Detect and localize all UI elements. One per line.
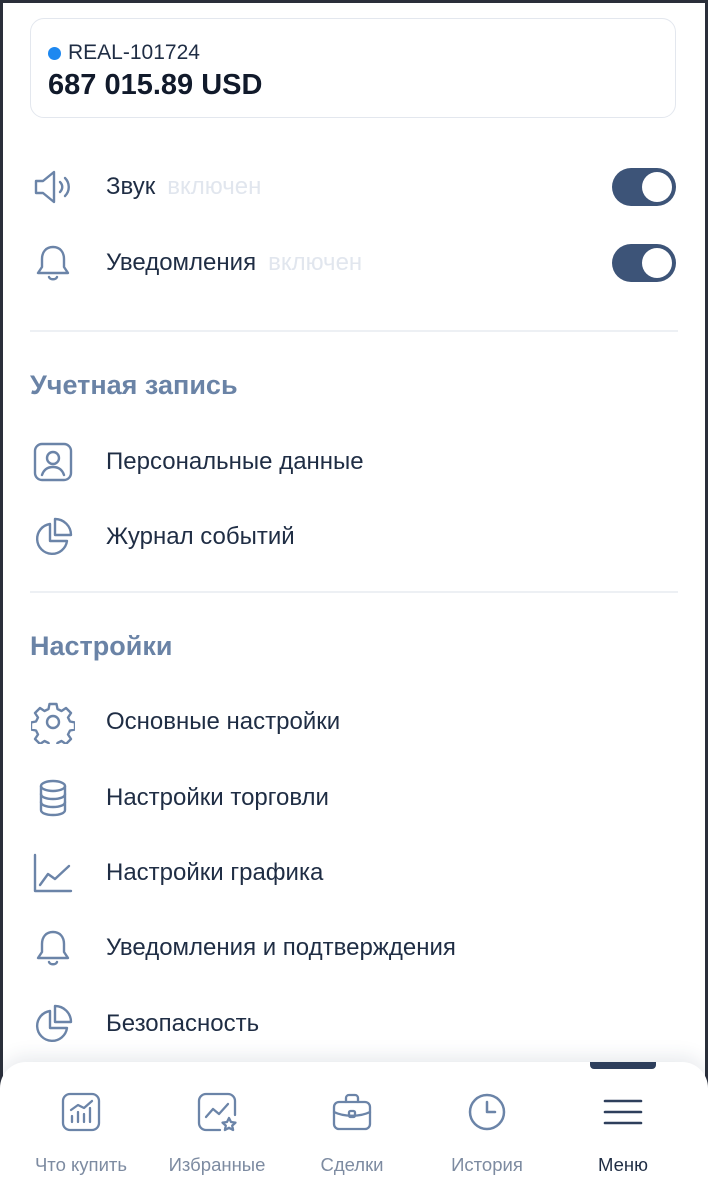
menu-item-label: Персональные данные xyxy=(106,448,364,475)
account-balance: 687 015.89 USD xyxy=(48,69,263,101)
divider xyxy=(30,591,678,593)
favorites-chart-icon xyxy=(195,1090,239,1134)
account-status-dot xyxy=(48,46,61,60)
nav-item-deals[interactable]: Сделки xyxy=(287,1090,417,1180)
settings-section-title: Настройки xyxy=(30,631,173,661)
notifications-label: Уведомления xyxy=(106,249,257,276)
bar-chart-icon xyxy=(59,1090,103,1134)
briefcase-icon xyxy=(330,1090,374,1134)
account-id: REAL-101724 xyxy=(68,41,200,64)
sound-toggle[interactable] xyxy=(612,168,676,206)
left-frame-edge xyxy=(0,0,3,1200)
nav-label: История xyxy=(451,1154,523,1175)
top-frame-edge xyxy=(0,0,708,3)
menu-item-label: Основные настройки xyxy=(106,708,341,735)
menu-item-label: Настройки графика xyxy=(106,859,324,886)
nav-label: Что купить xyxy=(34,1154,128,1175)
menu-icon xyxy=(601,1090,645,1134)
sound-row[interactable]: Звук включен xyxy=(30,157,678,217)
menu-screen: REAL-101724 687 015.89 USD Звук включен … xyxy=(0,0,708,1200)
nav-item-history[interactable]: История xyxy=(422,1090,552,1180)
menu-item-label: Настройки торговли xyxy=(106,784,329,811)
sound-label: Звук xyxy=(106,173,156,200)
gear-icon xyxy=(30,699,76,745)
bell-icon xyxy=(30,925,76,971)
menu-item-chart-settings[interactable]: Настройки графика xyxy=(30,843,678,903)
nav-label: Избранные xyxy=(168,1154,266,1175)
notifications-toggle[interactable] xyxy=(612,244,676,282)
nav-active-indicator xyxy=(590,1062,656,1069)
menu-item-trading-settings[interactable]: Настройки торговли xyxy=(30,768,678,828)
nav-item-what-to-buy[interactable]: Что купить xyxy=(16,1090,146,1180)
menu-item-notifications-confirmations[interactable]: Уведомления и подтверждения xyxy=(30,918,678,978)
nav-item-menu[interactable]: Меню xyxy=(558,1090,688,1180)
menu-item-security[interactable]: Безопасность xyxy=(30,994,678,1054)
account-id-row: REAL-101724 xyxy=(48,41,200,65)
nav-label: Меню xyxy=(598,1154,648,1175)
speaker-icon xyxy=(30,164,76,210)
coin-stack-icon xyxy=(30,775,76,821)
sound-status: включен xyxy=(167,173,262,200)
menu-item-label: Уведомления и подтверждения xyxy=(106,934,456,961)
notifications-toggle-knob xyxy=(642,248,672,278)
pie-chart-icon xyxy=(30,514,76,560)
menu-item-personal-data[interactable]: Персональные данные xyxy=(30,432,678,492)
line-chart-icon xyxy=(30,850,76,896)
nav-label: Сделки xyxy=(320,1154,384,1175)
user-profile-icon xyxy=(30,439,76,485)
menu-item-label: Журнал событий xyxy=(106,523,295,550)
clock-icon xyxy=(465,1090,509,1134)
pie-chart-icon xyxy=(30,1001,76,1047)
nav-item-favorites[interactable]: Избранные xyxy=(152,1090,282,1180)
sound-toggle-knob xyxy=(642,172,672,202)
bell-icon xyxy=(30,240,76,286)
notifications-status: включен xyxy=(268,249,363,276)
account-section-title: Учетная запись xyxy=(30,370,238,400)
menu-item-event-log[interactable]: Журнал событий xyxy=(30,507,678,567)
menu-item-general-settings[interactable]: Основные настройки xyxy=(30,692,678,752)
bottom-nav: Что купить Избранные Сделки История Меню xyxy=(0,1062,708,1200)
account-card[interactable]: REAL-101724 687 015.89 USD xyxy=(30,18,676,118)
menu-item-label: Безопасность xyxy=(106,1010,260,1037)
divider xyxy=(30,330,678,332)
notifications-row[interactable]: Уведомления включен xyxy=(30,233,678,293)
